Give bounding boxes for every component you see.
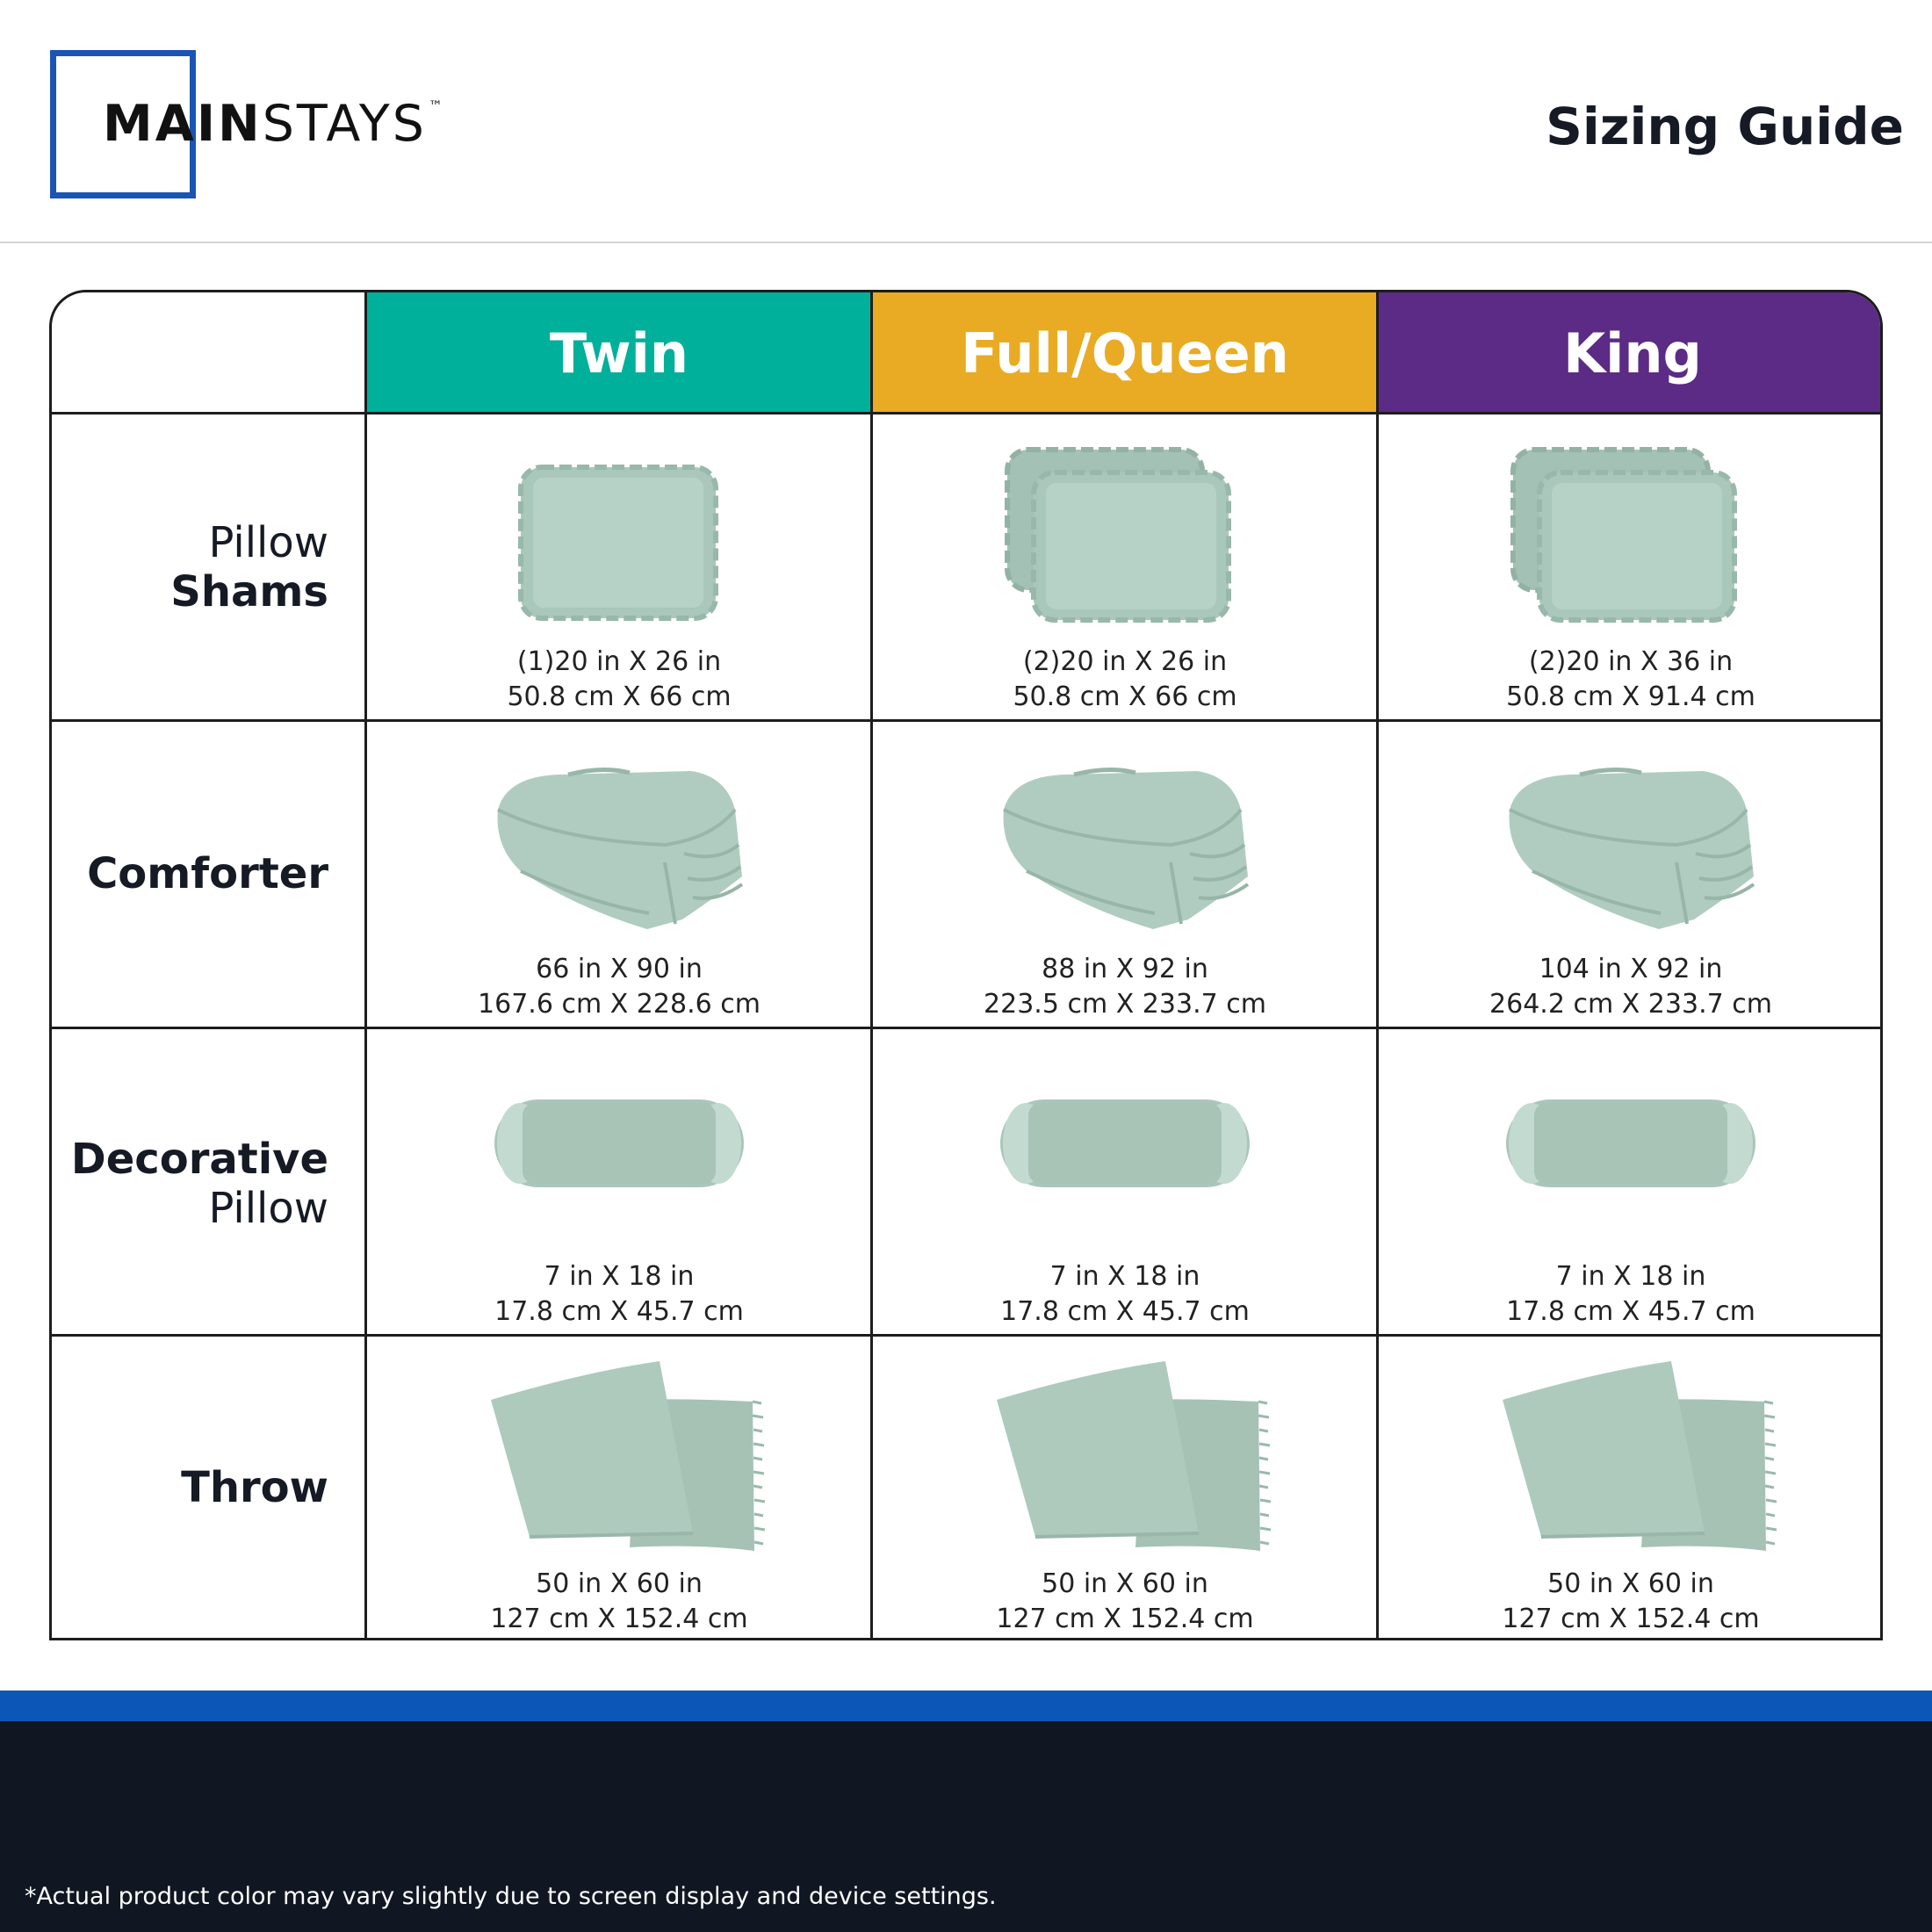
size-metric: 17.8 cm X 45.7 cm: [1000, 1296, 1250, 1327]
row-label-decorative-pillow: Decorative Pillow: [52, 1135, 328, 1233]
row-label-throw: Throw: [52, 1463, 328, 1512]
throw-blanket-icon: [1503, 1361, 1777, 1551]
brand-logo: MAINSTAYS ™: [103, 95, 443, 153]
size-dimensions: (2)20 in X 36 in 50.8 cm X 91.4 cm: [1378, 645, 1880, 715]
size-imperial: 7 in X 18 in: [1049, 1261, 1200, 1292]
header-divider: [0, 242, 1932, 243]
row-label-line: Pillow: [208, 1184, 328, 1233]
size-metric: 50.8 cm X 91.4 cm: [1506, 681, 1755, 712]
size-imperial: (2)20 in X 26 in: [1022, 646, 1228, 677]
size-dimensions: 50 in X 60 in 127 cm X 152.4 cm: [366, 1567, 872, 1637]
size-cell: (2)20 in X 26 in 50.8 cm X 66 cm: [872, 415, 1378, 722]
size-metric: 223.5 cm X 233.7 cm: [984, 989, 1266, 1020]
size-metric: 17.8 cm X 45.7 cm: [1506, 1296, 1755, 1327]
pillow-sham-icon: [518, 465, 718, 621]
size-imperial: 7 in X 18 in: [1555, 1261, 1706, 1292]
column-header-full-queen: Full/Queen: [872, 292, 1378, 414]
bolster-pillow-icon: [494, 1099, 744, 1187]
size-dimensions: 50 in X 60 in 127 cm X 152.4 cm: [1378, 1567, 1880, 1637]
comforter-icon: [1003, 767, 1250, 929]
size-imperial: 50 in X 60 in: [536, 1568, 703, 1599]
bolster-pillow-icon: [1506, 1099, 1755, 1187]
row-label-comforter: Comforter: [52, 849, 328, 898]
size-metric: 127 cm X 152.4 cm: [1502, 1604, 1760, 1634]
size-cell: 88 in X 92 in 223.5 cm X 233.7 cm: [872, 722, 1378, 1029]
brand-name-bold: MAIN: [103, 95, 263, 153]
size-imperial: (2)20 in X 36 in: [1528, 646, 1734, 677]
size-dimensions: 50 in X 60 in 127 cm X 152.4 cm: [872, 1567, 1378, 1637]
size-cell: 50 in X 60 in 127 cm X 152.4 cm: [1378, 1337, 1880, 1638]
color-disclaimer: *Actual product color may vary slightly …: [25, 1883, 997, 1910]
size-metric: 167.6 cm X 228.6 cm: [478, 989, 761, 1020]
size-imperial: (1)20 in X 26 in: [516, 646, 722, 677]
size-dimensions: 7 in X 18 in 17.8 cm X 45.7 cm: [366, 1259, 872, 1330]
bolster-pillow-icon: [1000, 1099, 1250, 1187]
size-cell: 50 in X 60 in 127 cm X 152.4 cm: [872, 1337, 1378, 1638]
size-cell: 7 in X 18 in 17.8 cm X 45.7 cm: [1378, 1029, 1880, 1337]
size-metric: 17.8 cm X 45.7 cm: [494, 1296, 744, 1327]
size-cell: 7 in X 18 in 17.8 cm X 45.7 cm: [872, 1029, 1378, 1337]
row-label-line: Shams: [170, 567, 328, 616]
size-dimensions: (2)20 in X 26 in 50.8 cm X 66 cm: [872, 645, 1378, 715]
size-imperial: 50 in X 60 in: [1042, 1568, 1208, 1599]
size-dimensions: (1)20 in X 26 in 50.8 cm X 66 cm: [366, 645, 872, 715]
throw-blanket-icon: [997, 1361, 1272, 1551]
pillow-sham-icon: [1005, 447, 1231, 623]
row-label-pillow-shams: Pillow Shams: [52, 518, 328, 616]
size-cell: 104 in X 92 in 264.2 cm X 233.7 cm: [1378, 722, 1880, 1029]
size-metric: 127 cm X 152.4 cm: [996, 1604, 1254, 1634]
row-label-line: Throw: [181, 1463, 328, 1512]
size-imperial: 104 in X 92 in: [1539, 954, 1723, 984]
size-imperial: 50 in X 60 in: [1547, 1568, 1714, 1599]
size-cell: (2)20 in X 36 in 50.8 cm X 91.4 cm: [1378, 415, 1880, 722]
footer-accent-band: [0, 1690, 1932, 1721]
throw-blanket-icon: [491, 1361, 766, 1551]
size-metric: 264.2 cm X 233.7 cm: [1489, 989, 1772, 1020]
column-header-king: King: [1378, 292, 1880, 414]
size-cell: 50 in X 60 in 127 cm X 152.4 cm: [366, 1337, 872, 1638]
size-dimensions: 66 in X 90 in 167.6 cm X 228.6 cm: [366, 952, 872, 1022]
size-imperial: 88 in X 92 in: [1042, 954, 1208, 984]
size-metric: 50.8 cm X 66 cm: [1013, 681, 1237, 712]
row-label-line: Decorative: [70, 1135, 328, 1184]
size-dimensions: 7 in X 18 in 17.8 cm X 45.7 cm: [1378, 1259, 1880, 1330]
size-dimensions: 88 in X 92 in 223.5 cm X 233.7 cm: [872, 952, 1378, 1022]
row-label-line: Comforter: [87, 849, 328, 898]
page-title: Sizing Guide: [1546, 97, 1904, 156]
size-metric: 50.8 cm X 66 cm: [507, 681, 732, 712]
size-cell: 7 in X 18 in 17.8 cm X 45.7 cm: [366, 1029, 872, 1337]
size-imperial: 66 in X 90 in: [536, 954, 703, 984]
pillow-sham-icon: [1510, 447, 1737, 623]
trademark-symbol: ™: [428, 97, 443, 114]
size-cell: 66 in X 90 in 167.6 cm X 228.6 cm: [366, 722, 872, 1029]
comforter-icon: [497, 767, 744, 929]
size-cell: (1)20 in X 26 in 50.8 cm X 66 cm: [366, 415, 872, 722]
size-imperial: 7 in X 18 in: [544, 1261, 695, 1292]
size-dimensions: 104 in X 92 in 264.2 cm X 233.7 cm: [1378, 952, 1880, 1022]
row-label-line: Pillow: [208, 518, 328, 567]
sizing-table: Twin Full/Queen King Pillow Shams Comfor…: [49, 290, 1883, 1640]
column-header-twin: Twin: [366, 292, 872, 414]
comforter-icon: [1509, 767, 1755, 929]
size-metric: 127 cm X 152.4 cm: [490, 1604, 748, 1634]
size-dimensions: 7 in X 18 in 17.8 cm X 45.7 cm: [872, 1259, 1378, 1330]
brand-name-light: STAYS: [262, 95, 427, 153]
